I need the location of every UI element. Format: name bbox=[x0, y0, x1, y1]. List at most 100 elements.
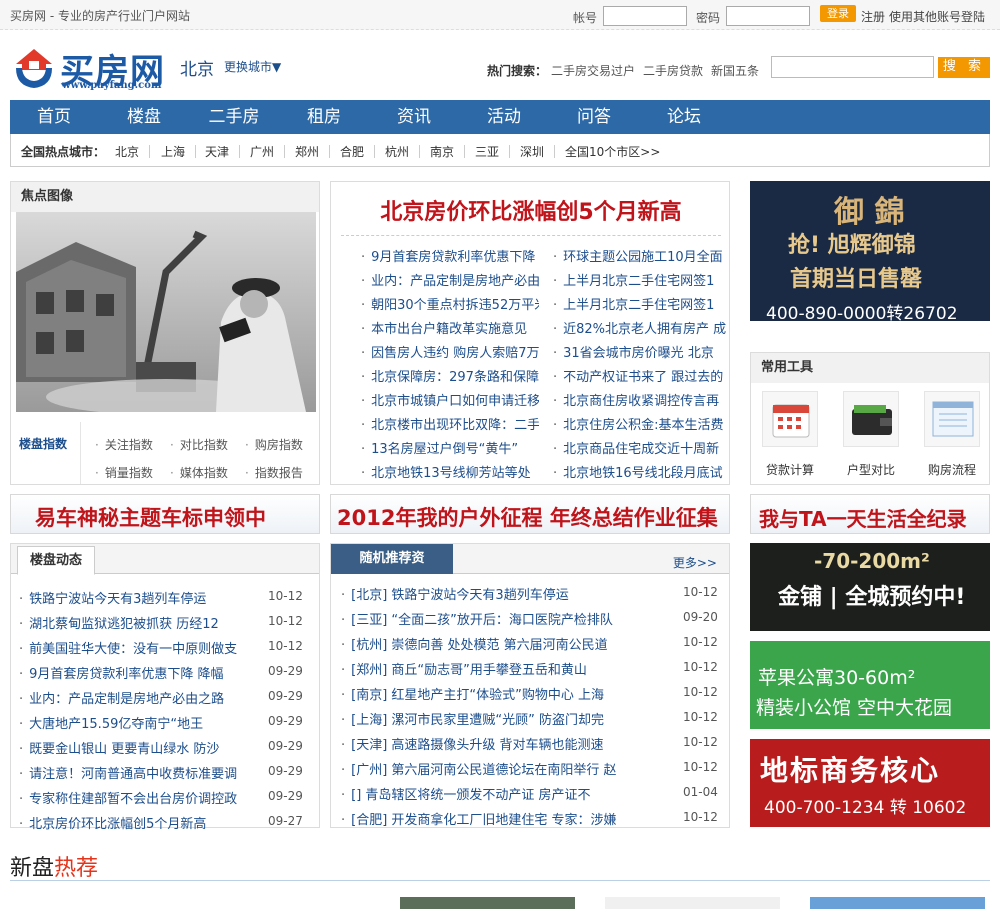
nav-item-qa[interactable]: 问答 bbox=[564, 100, 624, 134]
hot-city-link[interactable]: 深圳 bbox=[520, 143, 544, 160]
list-item[interactable]: [杭州] 崇德向善 处处模范 第六届河南公民道 bbox=[341, 634, 641, 653]
list-item[interactable]: [三亚] “全面二孩”放开后：海口医院产检排队 bbox=[341, 609, 641, 628]
ad-banner-apartment[interactable]: 苹果公寓30-60m² 精装小公馆 空中大花园 bbox=[750, 641, 990, 729]
headline-news-link[interactable]: 环球主题公园施工10月全面 bbox=[553, 246, 731, 265]
headline-news-link[interactable]: 31省会城市房价曝光 北京 bbox=[553, 342, 731, 361]
hot-keyword[interactable]: 二手房贷款 bbox=[643, 62, 703, 79]
hot-city-link[interactable]: 三亚 bbox=[475, 143, 499, 160]
hot-keyword[interactable]: 新国五条 bbox=[711, 62, 759, 79]
search-button[interactable]: 搜 索 bbox=[938, 57, 990, 78]
headline-news-link[interactable]: 北京市城镇户口如何申请迁移 bbox=[361, 390, 539, 409]
promo-strip-left[interactable]: 易车神秘主题车标申领中 bbox=[10, 494, 320, 534]
list-item[interactable]: 请注意！河南普通高中收费标准要调 bbox=[19, 763, 251, 782]
headline-news-link[interactable]: 不动产权证书来了 跟过去的 bbox=[553, 366, 731, 385]
nav-item-events[interactable]: 活动 bbox=[474, 100, 534, 134]
list-item[interactable]: [天津] 高速路摄像头升级 背对车辆也能测速 bbox=[341, 734, 641, 753]
headline-news-link[interactable]: 近82%北京老人拥有房产 成 bbox=[553, 318, 731, 337]
list-item[interactable]: [南京] 红星地产主打“体验式”购物中心 上海 bbox=[341, 684, 641, 703]
tab-random-recommend[interactable]: 随机推荐资 bbox=[331, 544, 453, 574]
hot-city-link[interactable]: 天津 bbox=[205, 143, 229, 160]
list-item[interactable]: 铁路宁波站今天有3趟列车停运 bbox=[19, 588, 251, 607]
headline-news-link[interactable]: 上半月北京二手住宅网签1 bbox=[553, 270, 731, 289]
tab-property-dynamics[interactable]: 楼盘动态 bbox=[17, 546, 96, 575]
list-item[interactable]: 9月首套房贷款利率优惠下降 降幅 bbox=[19, 663, 251, 682]
index-link[interactable]: 指数报告 bbox=[245, 464, 303, 481]
index-link[interactable]: 关注指数 bbox=[95, 436, 153, 453]
ad-banner-landmark[interactable]: 地标商务核心 400-700-1234 转 10602 bbox=[750, 739, 990, 827]
nav-item-rent[interactable]: 租房 bbox=[294, 100, 354, 134]
purchase-process-tool[interactable]: 购房流程 bbox=[922, 391, 982, 478]
list-item[interactable]: [] 青岛辖区将统一颁发不动产证 房产证不 bbox=[341, 784, 641, 803]
list-item[interactable]: [广州] 第六届河南公民道德论坛在南阳举行 赵 bbox=[341, 759, 641, 778]
project-thumbnail[interactable] bbox=[810, 897, 985, 909]
list-item[interactable]: [北京] 铁路宁波站今天有3趟列车停运 bbox=[341, 584, 641, 603]
hot-city-link[interactable]: 北京 bbox=[115, 143, 139, 160]
list-item[interactable]: 专家称住建部暂不会出台房价调控政 bbox=[19, 788, 251, 807]
headline-news-link[interactable]: 朝阳30个重点村拆违52万平米 bbox=[361, 294, 539, 313]
nav-item-news[interactable]: 资讯 bbox=[384, 100, 444, 134]
list-item[interactable]: 大唐地产15.59亿夺南宁“地王 bbox=[19, 713, 251, 732]
account-input[interactable] bbox=[603, 6, 687, 26]
headline-news-link[interactable]: 北京商住房收紧调控传言再 bbox=[553, 390, 731, 409]
focus-photo[interactable] bbox=[16, 212, 316, 412]
promo-strip-right[interactable]: 我与TA一天生活全纪录 bbox=[750, 494, 990, 534]
hot-city-link[interactable]: 合肥 bbox=[340, 143, 364, 160]
ad-banner-xuhui[interactable]: 御 錦 抢! 旭辉御锦 首期当日售罄 400-890-0000转26702 bbox=[750, 181, 990, 321]
logo-icon[interactable] bbox=[12, 46, 56, 90]
index-link[interactable]: 媒体指数 bbox=[170, 464, 228, 481]
list-item[interactable]: [上海] 漯河市民家里遭贼“光顾” 防盗门却完 bbox=[341, 709, 641, 728]
list-item[interactable]: [郑州] 商丘“励志哥”用手攀登五岳和黄山 bbox=[341, 659, 641, 678]
headline-news-link[interactable]: 北京楼市出现环比双降：二手 bbox=[361, 414, 539, 433]
list-item[interactable]: 业内：产品定制是房地产必由之路 bbox=[19, 688, 251, 707]
ad-banner-shops[interactable]: -70-200m² 金铺 | 全城预约中! bbox=[750, 543, 990, 631]
nav-item-projects[interactable]: 楼盘 bbox=[114, 100, 174, 134]
headline-news-link[interactable]: 北京地铁16号线北段月底试 bbox=[553, 462, 731, 481]
index-link[interactable]: 销量指数 bbox=[95, 464, 153, 481]
login-button[interactable]: 登录 bbox=[820, 5, 856, 22]
headline-news-link[interactable]: 因售房人违约 购房人索赔7万 bbox=[361, 342, 539, 361]
list-item[interactable]: 前美国驻华大使：没有一中原则做支 bbox=[19, 638, 251, 657]
loan-calculator-tool[interactable]: 贷款计算 bbox=[760, 391, 820, 478]
headline-news-link[interactable]: 北京商品住宅成交近十周新 bbox=[553, 438, 731, 457]
list-item[interactable]: [合肥] 开发商拿化工厂旧地建住宅 专家：涉嫌 bbox=[341, 809, 641, 828]
switch-city-link[interactable]: 更换城市▼ bbox=[224, 58, 281, 75]
ad-line1: 抢! 旭辉御锦 bbox=[788, 233, 916, 258]
more-link[interactable]: 更多>> bbox=[673, 554, 717, 571]
project-thumbnail[interactable] bbox=[400, 897, 575, 909]
nav-item-forum[interactable]: 论坛 bbox=[654, 100, 714, 134]
hot-city-link[interactable]: 杭州 bbox=[385, 143, 409, 160]
layout-compare-tool[interactable]: 户型对比 bbox=[841, 391, 901, 478]
hot-city-link[interactable]: 郑州 bbox=[295, 143, 319, 160]
document-list-icon bbox=[924, 391, 980, 447]
headline-news-link[interactable]: 13名房屋过户倒号“黄牛” bbox=[361, 438, 539, 457]
password-input[interactable] bbox=[726, 6, 810, 26]
other-login-link[interactable]: 使用其他账号登陆 bbox=[889, 8, 985, 25]
hot-city-link[interactable]: 南京 bbox=[430, 143, 454, 160]
index-link[interactable]: 对比指数 bbox=[170, 436, 228, 453]
headline-news-link[interactable]: 北京住房公积金:基本生活费 bbox=[553, 414, 731, 433]
headline-news-link[interactable]: 9月首套房贷款利率优惠下降 bbox=[361, 246, 539, 265]
register-link[interactable]: 注册 bbox=[861, 8, 885, 25]
search-input[interactable] bbox=[771, 56, 934, 78]
project-thumbnail[interactable] bbox=[605, 897, 780, 909]
ad-line2: 首期当日售罄 bbox=[790, 267, 923, 292]
hot-city-link[interactable]: 上海 bbox=[161, 143, 185, 160]
headline-news-link[interactable]: 本市出台户籍改革实施意见 bbox=[361, 318, 539, 337]
hot-city-link[interactable]: 广州 bbox=[250, 143, 274, 160]
password-label: 密码 bbox=[696, 11, 721, 25]
list-item[interactable]: 北京房价环比涨幅创5个月新高 bbox=[19, 813, 251, 832]
account-label: 帐号 bbox=[573, 11, 598, 25]
promo-strip-middle[interactable]: 2012年我的户外征程 年终总结作业征集 bbox=[330, 494, 730, 534]
nav-item-home[interactable]: 首页 bbox=[24, 100, 84, 134]
list-item[interactable]: 湖北蔡甸监狱逃犯被抓获 历经12 bbox=[19, 613, 251, 632]
headline-news-link[interactable]: 业内：产品定制是房地产必由 bbox=[361, 270, 539, 289]
list-item[interactable]: 既要金山银山 更要青山绿水 防沙 bbox=[19, 738, 251, 757]
all-cities-link[interactable]: 全国10个市区>> bbox=[565, 143, 660, 160]
nav-item-secondhand[interactable]: 二手房 bbox=[204, 100, 264, 134]
index-link[interactable]: 购房指数 bbox=[245, 436, 303, 453]
headline-title[interactable]: 北京房价环比涨幅创5个月新高 bbox=[331, 194, 731, 226]
hot-keyword[interactable]: 二手房交易过户 bbox=[551, 62, 635, 79]
headline-news-link[interactable]: 上半月北京二手住宅网签1 bbox=[553, 294, 731, 313]
headline-news-link[interactable]: 北京地铁13号线柳芳站等处 bbox=[361, 462, 539, 481]
headline-news-link[interactable]: 北京保障房：297条路和保障 bbox=[361, 366, 539, 385]
